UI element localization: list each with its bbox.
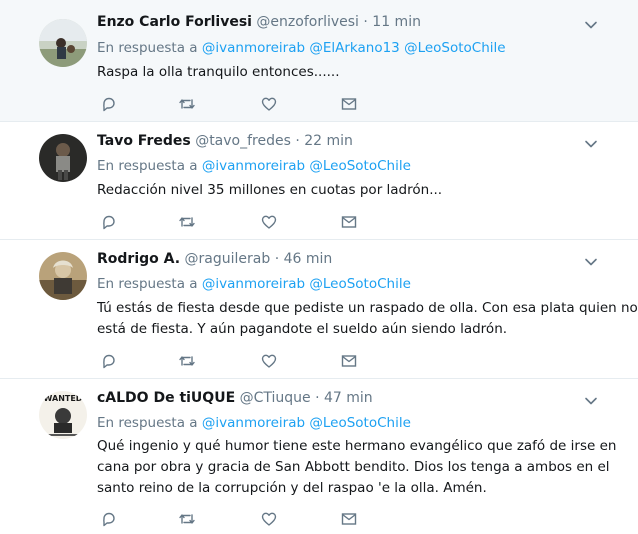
chevron-down-icon[interactable] xyxy=(584,137,598,151)
timestamp[interactable]: 46 min xyxy=(284,251,333,267)
heart-icon[interactable] xyxy=(260,352,278,370)
avatar-wanted-text: WANTED xyxy=(44,394,83,403)
reply-prefix: En respuesta a xyxy=(97,158,198,174)
heart-icon[interactable] xyxy=(260,510,278,528)
avatar[interactable] xyxy=(39,134,87,182)
tweet-header: Rodrigo A. @raguilerab · 46 min xyxy=(97,249,332,269)
tweet[interactable]: Rodrigo A. @raguilerab · 46 min En respu… xyxy=(0,240,638,379)
mention-link[interactable]: @LeoSotoChile xyxy=(309,415,411,431)
envelope-icon[interactable] xyxy=(340,95,358,113)
heart-icon[interactable] xyxy=(260,213,278,231)
mention-link[interactable]: @ivanmoreirab xyxy=(202,276,305,292)
reply-icon[interactable] xyxy=(100,510,118,528)
tweet[interactable]: Enzo Carlo Forlivesi @enzoforlivesi · 11… xyxy=(0,0,638,122)
display-name[interactable]: Enzo Carlo Forlivesi xyxy=(97,14,252,30)
tweet-text-line: está de fiesta. Y aún pagandote el sueld… xyxy=(97,321,508,337)
display-name[interactable]: cALDO De tiUQUE xyxy=(97,390,235,406)
separator-dot: · xyxy=(363,14,368,30)
separator-dot: · xyxy=(315,390,320,406)
reply-context: En respuesta a @ivanmoreirab @ElArkano13… xyxy=(97,38,506,58)
avatar[interactable] xyxy=(39,252,87,300)
reply-prefix: En respuesta a xyxy=(97,276,198,292)
reply-prefix: En respuesta a xyxy=(97,415,198,431)
tweet-text: Qué ingenio y qué humor tiene este herma… xyxy=(97,436,617,499)
reply-context: En respuesta a @ivanmoreirab @LeoSotoChi… xyxy=(97,413,411,433)
replies-feed: Enzo Carlo Forlivesi @enzoforlivesi · 11… xyxy=(0,0,638,534)
reply-context: En respuesta a @ivanmoreirab @LeoSotoChi… xyxy=(97,156,411,176)
envelope-icon[interactable] xyxy=(340,510,358,528)
timestamp[interactable]: 47 min xyxy=(324,390,373,406)
tweet-text-line: cana por obra y gracia de San Abbott ben… xyxy=(97,459,610,475)
retweet-icon[interactable] xyxy=(178,352,196,370)
display-name[interactable]: Tavo Fredes xyxy=(97,133,191,149)
user-handle[interactable]: @enzoforlivesi xyxy=(256,14,359,30)
reply-icon[interactable] xyxy=(100,213,118,231)
display-name[interactable]: Rodrigo A. xyxy=(97,251,180,267)
timestamp[interactable]: 11 min xyxy=(372,14,421,30)
mention-link[interactable]: @ivanmoreirab xyxy=(202,415,305,431)
mention-link[interactable]: @ElArkano13 xyxy=(309,40,399,56)
mention-link[interactable]: @ivanmoreirab xyxy=(202,40,305,56)
avatar[interactable]: WANTED xyxy=(39,391,87,439)
tweet-text-line: santo reino de la corrupción y del raspa… xyxy=(97,480,487,496)
timestamp[interactable]: 22 min xyxy=(304,133,353,149)
tweet-text: Tú estás de fiesta desde que pediste un … xyxy=(97,298,638,340)
tweet-header: cALDO De tiUQUE @CTiuque · 47 min xyxy=(97,388,373,408)
reply-icon[interactable] xyxy=(100,95,118,113)
tweet[interactable]: Tavo Fredes @tavo_fredes · 22 min En res… xyxy=(0,122,638,240)
retweet-icon[interactable] xyxy=(178,510,196,528)
tweet[interactable]: WANTED cALDO De tiUQUE @CTiuque · 47 min… xyxy=(0,379,638,534)
avatar[interactable] xyxy=(39,19,87,67)
retweet-icon[interactable] xyxy=(178,95,196,113)
envelope-icon[interactable] xyxy=(340,352,358,370)
chevron-down-icon[interactable] xyxy=(584,394,598,408)
reply-icon[interactable] xyxy=(100,352,118,370)
user-handle[interactable]: @tavo_fredes xyxy=(195,133,291,149)
mention-link[interactable]: @ivanmoreirab xyxy=(202,158,305,174)
mention-link[interactable]: @LeoSotoChile xyxy=(309,276,411,292)
tweet-text: Redacción nivel 35 millones en cuotas po… xyxy=(97,180,577,201)
tweet-header: Enzo Carlo Forlivesi @enzoforlivesi · 11… xyxy=(97,12,421,32)
heart-icon[interactable] xyxy=(260,95,278,113)
mention-link[interactable]: @LeoSotoChile xyxy=(309,158,411,174)
tweet-header: Tavo Fredes @tavo_fredes · 22 min xyxy=(97,131,353,151)
tweet-text-line: Redacción nivel 35 millones en cuotas po… xyxy=(97,182,443,198)
separator-dot: · xyxy=(274,251,280,267)
reply-context: En respuesta a @ivanmoreirab @LeoSotoChi… xyxy=(97,274,411,294)
tweet-text-line: Raspa la olla tranquilo entonces...... xyxy=(97,64,340,80)
avatar-photo xyxy=(39,19,87,67)
user-handle[interactable]: @CTiuque xyxy=(240,390,311,406)
avatar-photo: WANTED xyxy=(39,391,87,439)
chevron-down-icon[interactable] xyxy=(584,255,598,269)
avatar-photo xyxy=(39,252,87,300)
tweet-text-line: Tú estás de fiesta desde que pediste un … xyxy=(97,300,638,316)
envelope-icon[interactable] xyxy=(340,213,358,231)
tweet-text-line: Qué ingenio y qué humor tiene este herma… xyxy=(97,438,617,454)
tweet-text: Raspa la olla tranquilo entonces...... xyxy=(97,62,577,83)
reply-prefix: En respuesta a xyxy=(97,40,198,56)
separator-dot: · xyxy=(295,133,300,149)
retweet-icon[interactable] xyxy=(178,213,196,231)
user-handle[interactable]: @raguilerab xyxy=(185,251,271,267)
chevron-down-icon[interactable] xyxy=(584,18,598,32)
mention-link[interactable]: @LeoSotoChile xyxy=(404,40,506,56)
avatar-photo xyxy=(39,134,87,182)
